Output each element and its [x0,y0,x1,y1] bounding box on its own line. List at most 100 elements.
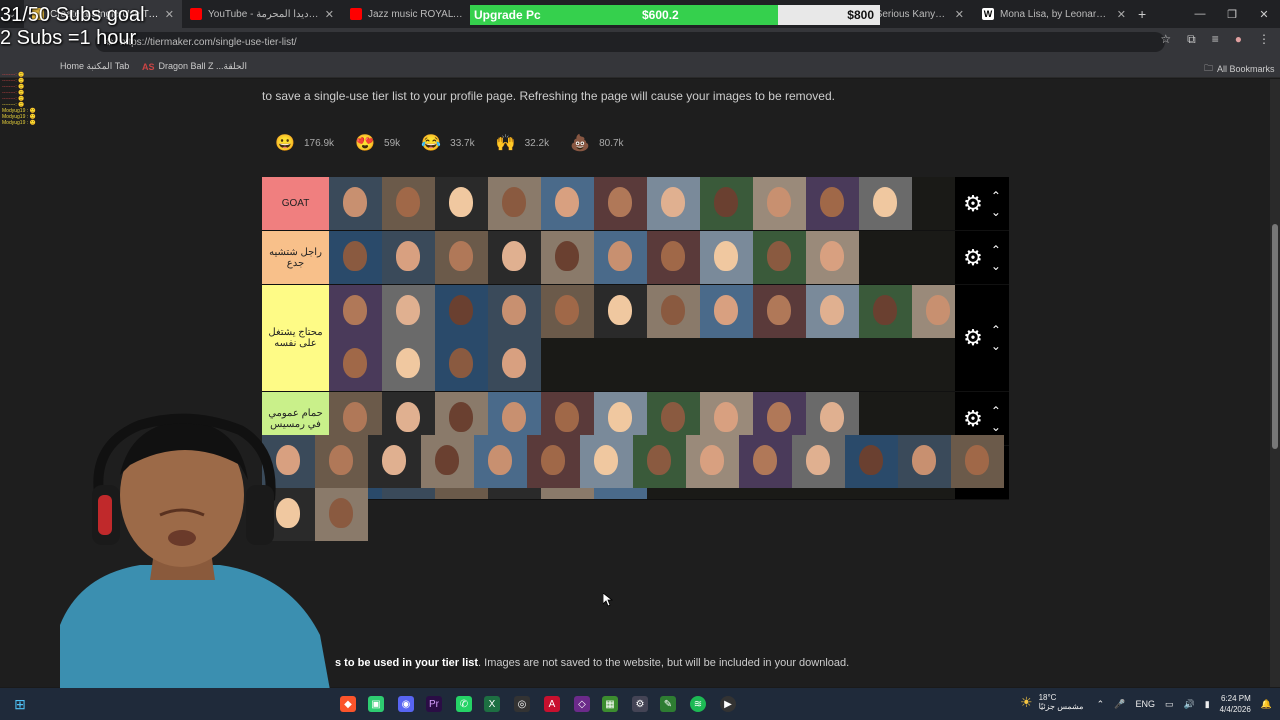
tier-image[interactable] [951,435,1004,488]
tier-image[interactable] [700,285,753,338]
tier-label[interactable]: محتاج يشتغل على نفسه [262,285,329,391]
tier-image[interactable] [541,177,594,230]
tier-image[interactable] [435,338,488,391]
tier-image[interactable] [859,177,912,230]
reaction-button[interactable]: 😍 59k [354,132,400,154]
tier-image[interactable] [739,435,792,488]
tab-mona-lisa[interactable]: W Mona Lisa, by Leonardo da Vinci ✕ [974,0,1134,28]
tier-image[interactable] [488,177,541,230]
move-down-icon[interactable]: ⌄ [991,340,1001,352]
reaction-button[interactable]: 😀 176.9k [274,132,334,154]
notepad-icon[interactable]: ✎ [660,696,676,712]
tier-label[interactable]: GOAT [262,177,329,230]
tab-jazz[interactable]: Jazz music ROYALTY FREE Bac... [342,0,472,28]
tier-image[interactable] [368,435,421,488]
media-icon[interactable]: ≡ [1212,32,1219,47]
close-tab-icon[interactable]: ✕ [165,8,174,21]
scrollbar-thumb[interactable] [1272,224,1278,449]
menu-icon[interactable]: ⋮ [1258,32,1270,47]
reaction-button[interactable]: 😂 33.7k [420,132,474,154]
tier-image[interactable] [898,435,951,488]
tier-image[interactable] [753,177,806,230]
tier-image[interactable] [488,338,541,391]
tier-image[interactable] [435,231,488,284]
tier-image[interactable] [700,231,753,284]
language-indicator[interactable]: ENG [1135,699,1155,709]
tier-image[interactable] [382,285,435,338]
move-down-icon[interactable]: ⌄ [991,421,1001,433]
tier-settings-gear-icon[interactable]: ⚙ [963,325,983,351]
extensions-icon[interactable]: ⧉ [1187,32,1196,47]
obs-icon[interactable]: ◎ [514,696,530,712]
close-tab-icon[interactable]: ✕ [955,8,964,21]
tier-image[interactable] [647,177,700,230]
tier-image[interactable] [382,338,435,391]
tier-image[interactable] [806,231,859,284]
tier-image[interactable] [647,231,700,284]
move-down-icon[interactable]: ⌄ [991,260,1001,272]
tray-chevron-icon[interactable]: ⌃ [1097,699,1105,710]
tier-image[interactable] [633,435,686,488]
tier-image[interactable] [329,285,382,338]
tier-image[interactable] [753,285,806,338]
close-window-icon[interactable]: ✕ [1248,0,1280,28]
move-up-icon[interactable]: ⌃ [991,405,1001,417]
spotify-icon[interactable]: ≋ [690,696,706,712]
move-up-icon[interactable]: ⌃ [991,324,1001,336]
tier-settings-gear-icon[interactable]: ⚙ [963,245,983,271]
excel-icon[interactable]: X [484,696,500,712]
tier-image[interactable] [527,435,580,488]
tier-image[interactable] [594,231,647,284]
notifications-icon[interactable]: 🔔 [1261,699,1272,710]
tier-image[interactable] [488,231,541,284]
close-tab-icon[interactable]: ✕ [1117,8,1126,21]
maximize-icon[interactable]: ❐ [1216,0,1248,28]
move-up-icon[interactable]: ⌃ [991,190,1001,202]
reaction-button[interactable]: 💩 80.7k [569,132,623,154]
weather-widget[interactable]: ☀ 18°C مشمس جزئيًا [1020,693,1083,711]
tier-image[interactable] [580,435,633,488]
tier-image[interactable] [753,231,806,284]
minecraft-icon[interactable]: ▦ [602,696,618,712]
bookmark-home[interactable]: Home المكتبة Tab [60,61,129,72]
microphone-icon[interactable]: 🎤 [1114,699,1125,710]
all-bookmarks[interactable]: 🗀 All Bookmarks [1204,61,1275,77]
page-scrollbar[interactable] [1270,79,1280,687]
tier-settings-gear-icon[interactable]: ⚙ [963,191,983,217]
tier-image[interactable] [594,177,647,230]
cube-app-icon[interactable]: ◇ [574,696,590,712]
tier-image[interactable] [806,177,859,230]
tier-image[interactable] [806,285,859,338]
tier-image[interactable] [594,285,647,338]
volume-icon[interactable]: 🔊 [1183,699,1194,710]
bookmark-star-icon[interactable]: ☆ [1160,32,1171,47]
profile-avatar-icon[interactable]: ● [1235,32,1242,47]
tier-image[interactable] [859,285,912,338]
minimize-icon[interactable]: — [1184,0,1216,28]
tier-image[interactable] [488,285,541,338]
clock[interactable]: 6:24 PM 4/4/2026 [1220,693,1251,715]
whatsapp-icon[interactable]: ✆ [456,696,472,712]
tier-image[interactable] [421,435,474,488]
tier-settings-gear-icon[interactable]: ⚙ [963,406,983,432]
discord-icon[interactable]: ◉ [398,696,414,712]
reaction-button[interactable]: 🙌 32.2k [495,132,549,154]
tier-label[interactable]: راجل شتشيه جدع [262,231,329,284]
tier-image[interactable] [700,177,753,230]
premiere-icon[interactable]: Pr [426,696,442,712]
tier-image[interactable] [382,177,435,230]
new-tab-icon[interactable]: + [1138,6,1146,22]
tier-image[interactable] [435,285,488,338]
brave-browser-icon[interactable]: ◆ [340,696,356,712]
tab-youtube[interactable]: YouTube - ايستيوب وديدا المحرمة ✕ [182,0,342,28]
tier-image[interactable] [329,231,382,284]
tier-image[interactable] [329,338,382,391]
tier-image[interactable] [845,435,898,488]
tier-image[interactable] [541,285,594,338]
close-tab-icon[interactable]: ✕ [325,8,334,21]
url-field[interactable]: ⚙ https://tiermaker.com/single-use-tier-… [95,32,1165,52]
battery-icon[interactable]: ▮ [1205,699,1210,710]
acrobat-icon[interactable]: A [544,696,560,712]
windows-start-icon[interactable]: ⊞ [12,696,28,712]
tier-image[interactable] [435,177,488,230]
